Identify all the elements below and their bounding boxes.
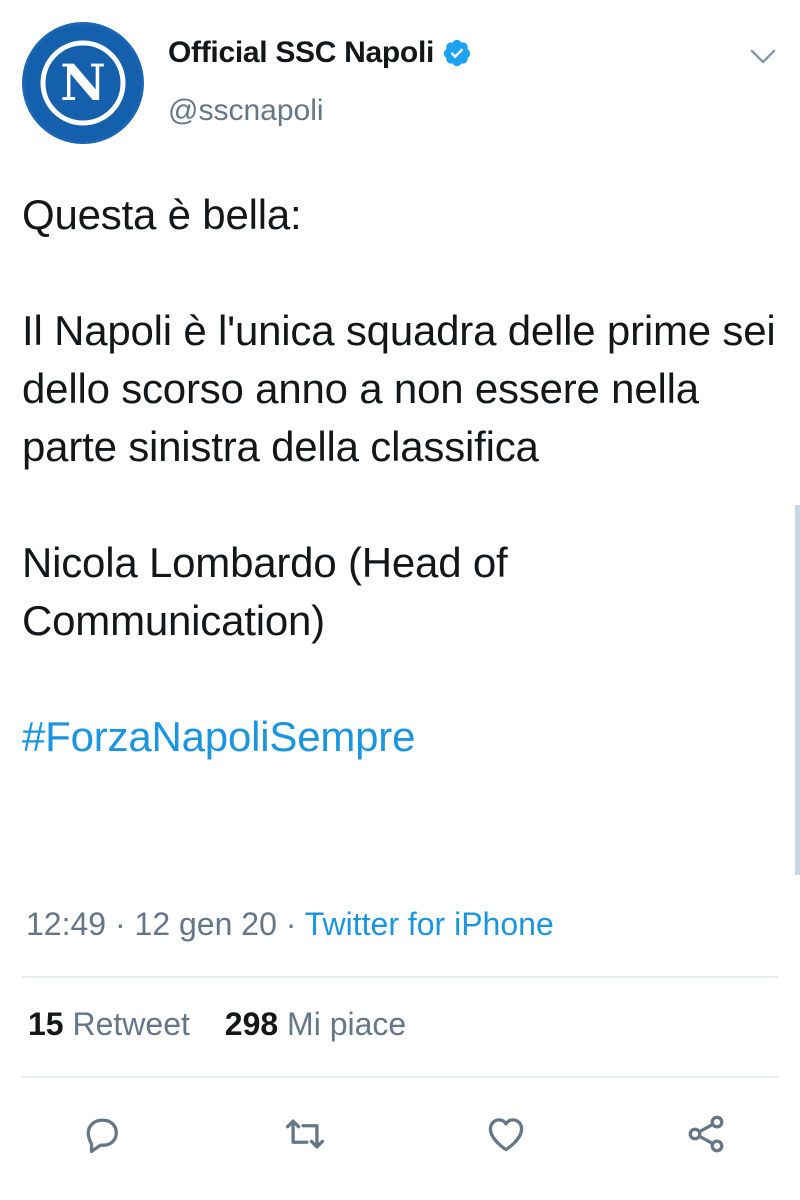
tweet-meta: 12:49 · 12 gen 20 · Twitter for iPhone	[26, 906, 554, 943]
divider	[22, 976, 778, 978]
display-name[interactable]: Official SSC Napoli	[168, 36, 472, 70]
avatar[interactable]: N	[22, 22, 144, 144]
reply-icon	[86, 1118, 118, 1154]
tweet-menu-button[interactable]	[746, 44, 780, 70]
retweets-label: Retweet	[72, 1006, 190, 1042]
retweet-button[interactable]	[275, 1104, 335, 1164]
handle[interactable]: @sscnapoli	[168, 94, 324, 128]
tweet-detail: N Official SSC Napoli @sscnapoli Questa …	[0, 0, 800, 1200]
verified-badge-icon	[443, 39, 471, 67]
tweet-date: 12 gen 20	[134, 906, 277, 942]
tweet-paragraph-3: Nicola Lombardo (Head of Communication)	[22, 539, 508, 644]
tweet-stats: 15 Retweet 298 Mi piace	[28, 1006, 432, 1043]
hashtag-link[interactable]: #ForzaNapoliSempre	[22, 713, 415, 760]
divider	[22, 1076, 778, 1078]
tweet-line-1: Questa è bella:	[22, 191, 302, 238]
retweet-icon	[285, 1119, 325, 1149]
reply-button[interactable]	[72, 1104, 132, 1164]
display-name-text: Official SSC Napoli	[168, 36, 435, 69]
action-bar	[0, 1104, 800, 1164]
napoli-logo-icon: N	[25, 25, 141, 141]
retweets-stat[interactable]: 15 Retweet	[28, 1006, 190, 1042]
share-icon	[688, 1115, 724, 1153]
likes-stat[interactable]: 298 Mi piace	[225, 1006, 406, 1042]
tweet-paragraph-2: Il Napoli è l'unica squadra delle prime …	[22, 307, 776, 470]
meta-separator: ·	[114, 906, 126, 942]
scrollbar[interactable]	[795, 505, 800, 875]
heart-icon	[488, 1118, 524, 1152]
chevron-down-icon	[750, 49, 776, 64]
retweets-count: 15	[28, 1006, 64, 1042]
likes-label: Mi piace	[287, 1006, 407, 1042]
tweet-time: 12:49	[26, 906, 107, 942]
like-button[interactable]	[476, 1104, 536, 1164]
share-button[interactable]	[676, 1104, 736, 1164]
likes-count: 298	[224, 1006, 279, 1042]
tweet-source-link[interactable]: Twitter for iPhone	[305, 906, 554, 942]
tweet-text: Questa è bella: Il Napoli è l'unica squa…	[22, 186, 782, 766]
svg-text:N: N	[60, 53, 106, 112]
meta-separator: ·	[285, 906, 297, 942]
